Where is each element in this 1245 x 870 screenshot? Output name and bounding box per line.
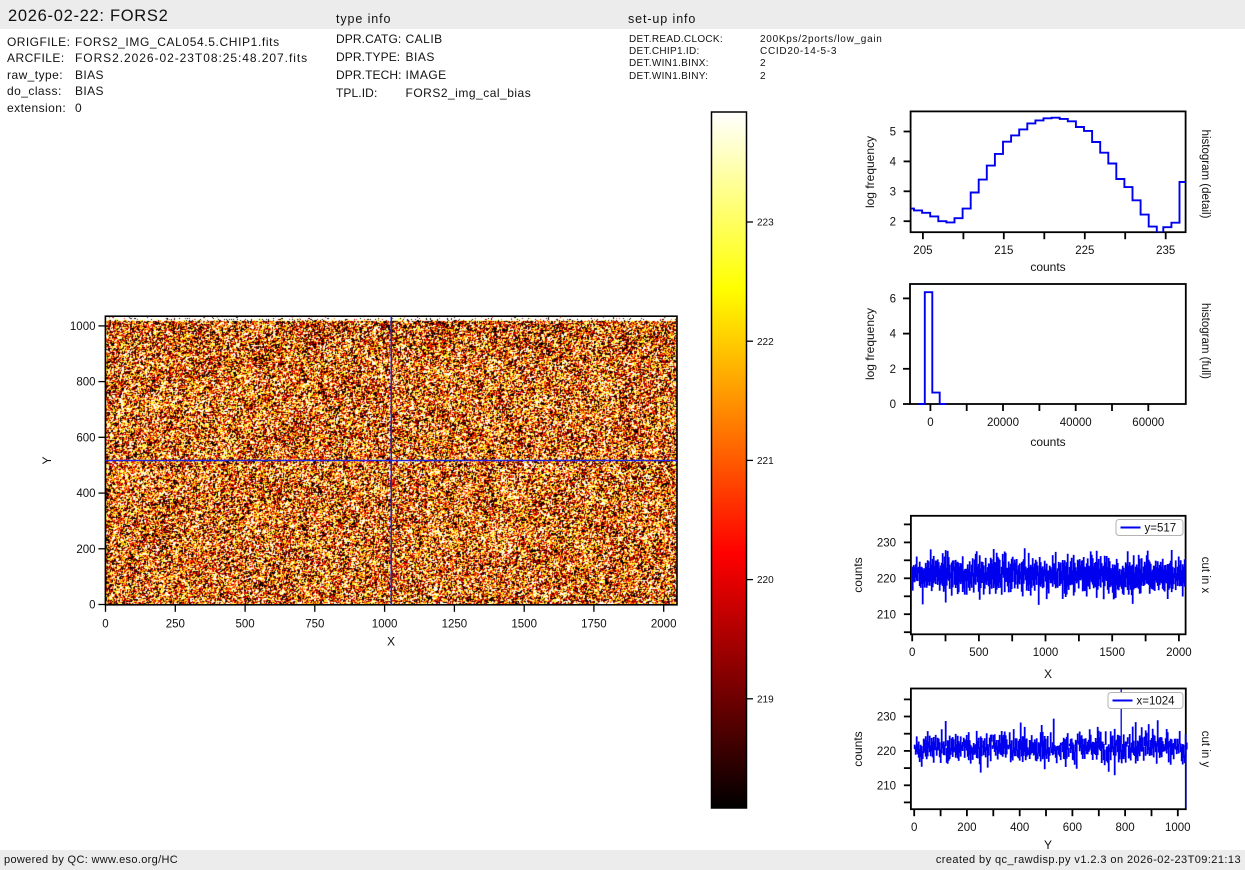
svg-text:2: 2: [890, 364, 896, 376]
svg-text:221: 221: [757, 456, 774, 467]
svg-text:250: 250: [166, 619, 185, 631]
svg-text:0: 0: [927, 417, 933, 429]
svg-text:Y: Y: [1044, 838, 1052, 852]
svg-text:210: 210: [877, 780, 896, 792]
svg-text:X: X: [387, 635, 395, 649]
svg-text:210: 210: [877, 609, 896, 621]
svg-text:219: 219: [757, 694, 774, 705]
svg-text:1000: 1000: [1033, 647, 1059, 659]
svg-text:235: 235: [1156, 245, 1175, 257]
svg-text:1000: 1000: [372, 619, 398, 631]
svg-text:counts: counts: [851, 557, 865, 592]
svg-text:counts: counts: [851, 731, 865, 766]
svg-text:X: X: [1044, 667, 1052, 681]
svg-text:230: 230: [877, 712, 896, 724]
svg-text:230: 230: [877, 538, 896, 550]
svg-text:1750: 1750: [581, 619, 607, 631]
svg-text:6: 6: [890, 294, 896, 306]
svg-text:2000: 2000: [1166, 647, 1192, 659]
svg-text:x=1024: x=1024: [1137, 696, 1176, 708]
svg-text:0: 0: [909, 647, 915, 659]
svg-text:log frequency: log frequency: [863, 308, 877, 380]
svg-text:500: 500: [236, 619, 255, 631]
svg-text:220: 220: [877, 573, 896, 585]
svg-text:3: 3: [890, 186, 896, 198]
svg-text:4: 4: [890, 157, 897, 169]
svg-text:Y: Y: [40, 456, 54, 464]
svg-text:counts: counts: [1030, 260, 1065, 274]
svg-text:600: 600: [1063, 822, 1082, 834]
svg-text:0: 0: [911, 822, 917, 834]
svg-text:800: 800: [1116, 822, 1135, 834]
svg-text:1000: 1000: [1165, 822, 1191, 834]
svg-text:223: 223: [757, 218, 774, 229]
svg-text:40000: 40000: [1060, 417, 1092, 429]
svg-text:1500: 1500: [1099, 647, 1125, 659]
svg-text:log frequency: log frequency: [863, 136, 877, 208]
svg-text:200: 200: [76, 544, 95, 556]
svg-text:60000: 60000: [1132, 417, 1164, 429]
svg-text:0: 0: [102, 619, 108, 631]
svg-text:600: 600: [76, 432, 95, 444]
svg-text:220: 220: [877, 746, 896, 758]
svg-text:counts: counts: [1030, 435, 1065, 449]
svg-text:400: 400: [76, 488, 95, 500]
svg-text:400: 400: [1010, 822, 1029, 834]
svg-text:1500: 1500: [511, 619, 537, 631]
svg-text:222: 222: [757, 337, 774, 348]
svg-text:4: 4: [890, 329, 897, 341]
svg-text:0: 0: [890, 399, 896, 411]
svg-text:225: 225: [1075, 245, 1094, 257]
svg-text:20000: 20000: [987, 417, 1019, 429]
svg-text:1000: 1000: [70, 321, 96, 333]
svg-text:800: 800: [76, 377, 95, 389]
svg-text:200: 200: [957, 822, 976, 834]
svg-text:220: 220: [757, 575, 774, 586]
svg-text:1250: 1250: [442, 619, 468, 631]
svg-text:histogram (full): histogram (full): [1199, 303, 1211, 379]
svg-text:2: 2: [890, 216, 896, 228]
svg-text:0: 0: [89, 600, 95, 612]
svg-text:cut in y: cut in y: [1199, 731, 1211, 768]
svg-text:205: 205: [913, 245, 932, 257]
svg-text:215: 215: [994, 245, 1013, 257]
svg-text:5: 5: [890, 127, 896, 139]
svg-text:2000: 2000: [651, 619, 677, 631]
svg-text:histogram (detail): histogram (detail): [1199, 130, 1211, 219]
svg-text:cut in x: cut in x: [1199, 557, 1211, 594]
svg-text:y=517: y=517: [1145, 523, 1177, 535]
svg-text:750: 750: [305, 619, 324, 631]
svg-text:500: 500: [969, 647, 988, 659]
